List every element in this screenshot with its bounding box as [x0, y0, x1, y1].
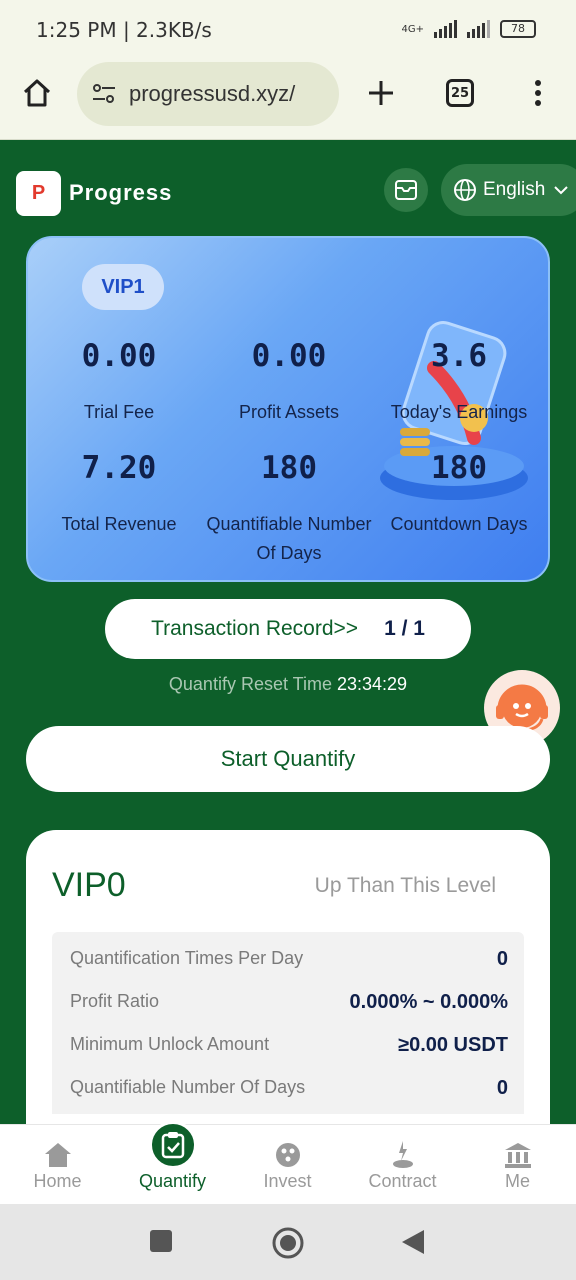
reset-time-value: 23:34:29	[337, 674, 408, 694]
countdown-days-label: Countdown Days	[390, 514, 528, 534]
level-row: Profit Ratio 0.000% ~ 0.000%	[70, 991, 508, 1014]
home-browser-button[interactable]	[20, 76, 54, 110]
todays-earnings-value: 3.6	[431, 338, 487, 374]
reset-label: Quantify Reset Time	[168, 674, 332, 694]
url-text: progressusd.xyz/	[129, 81, 296, 106]
house-icon	[23, 79, 51, 107]
level-row-key: Quantification Times Per Day	[70, 948, 304, 968]
tab-home[interactable]: Home	[0, 1125, 115, 1205]
level-row-value: 0	[496, 1077, 508, 1099]
clipboard-icon	[161, 1132, 184, 1159]
site-settings-icon	[93, 84, 115, 103]
app-logo: P	[16, 171, 61, 216]
tab-contract[interactable]: Contract	[345, 1125, 460, 1205]
back-button[interactable]	[400, 1228, 426, 1256]
level-details: Quantification Times Per Day 0 Profit Ra…	[52, 932, 524, 1114]
level-row-key: Profit Ratio	[70, 991, 160, 1011]
language-selector[interactable]: English	[441, 164, 576, 216]
system-navigation-bar	[0, 1204, 576, 1280]
contract-icon	[392, 1141, 413, 1168]
total-revenue-label: Total Revenue	[61, 514, 177, 534]
app-name: Progress	[69, 180, 173, 205]
level-hint: Up Than This Level	[314, 874, 496, 897]
signal-icon	[434, 20, 457, 38]
todays-earnings-label: Today's Earnings	[390, 402, 528, 422]
new-tab-button[interactable]	[364, 76, 398, 110]
level-row-key: Minimum Unlock Amount	[70, 1034, 270, 1054]
browser-toolbar: progressusd.xyz/ 25	[0, 62, 576, 140]
tab-quantify[interactable]: Quantify	[115, 1121, 230, 1205]
quantifiable-days-label: Quantifiable Number Of Days	[206, 514, 372, 563]
network-type: 4G+	[401, 23, 425, 35]
start-quantify-button[interactable]: Start Quantify	[26, 726, 550, 792]
quantifiable-days-value: 180	[261, 450, 317, 486]
more-vertical-icon	[535, 80, 541, 106]
vip-level-badge: VIP1	[82, 264, 164, 310]
tab-contract-label: Contract	[368, 1171, 437, 1191]
tab-invest[interactable]: Invest	[230, 1125, 345, 1205]
recents-button[interactable]	[148, 1228, 174, 1254]
address-bar[interactable]: progressusd.xyz/	[77, 62, 339, 126]
inbox-button[interactable]	[384, 168, 428, 212]
tab-home-label: Home	[33, 1171, 82, 1191]
app-header: P Progress English	[0, 140, 576, 240]
signal-icon-2	[467, 20, 490, 38]
language-label: English	[483, 179, 546, 200]
status-bar: 1:25 PM | 2.3KB/s 4G+ 78	[0, 0, 576, 62]
total-revenue-value: 7.20	[81, 450, 157, 486]
bottom-tab-bar: Home Quantify Invest Contract Me	[0, 1121, 576, 1205]
home-icon	[44, 1143, 71, 1167]
level-row: Minimum Unlock Amount ≥0.00 USDT	[70, 1034, 508, 1057]
level-row: Quantifiable Number Of Days 0	[70, 1077, 508, 1100]
home-nav-button[interactable]	[271, 1226, 305, 1260]
vip-summary-card: VIP1 0.00 Trial Fee 0.00 Profit Assets 3…	[26, 236, 550, 582]
invest-icon	[275, 1143, 300, 1167]
globe-icon	[454, 179, 476, 201]
tab-switcher-button[interactable]: 25	[443, 76, 477, 110]
plus-icon	[369, 81, 393, 105]
countdown-days-value: 180	[431, 450, 487, 486]
transaction-count: 1 / 1	[384, 617, 425, 640]
profit-assets-label: Profit Assets	[238, 402, 340, 422]
vip-level-panel: VIP0 Up Than This Level Quantification T…	[26, 830, 550, 1150]
transaction-record-label: Transaction Record>>	[151, 617, 359, 640]
level-row: Quantification Times Per Day 0	[70, 948, 508, 971]
tab-invest-label: Invest	[263, 1171, 312, 1191]
status-icons: 4G+ 78	[401, 20, 536, 38]
level-row-value: 0	[496, 948, 508, 970]
tab-count: 25	[446, 79, 474, 107]
chevron-down-icon	[554, 186, 569, 195]
transaction-record-button[interactable]: Transaction Record>> 1 / 1	[105, 599, 471, 659]
trial-fee-label: Trial Fee	[83, 402, 155, 422]
tab-me[interactable]: Me	[460, 1125, 575, 1205]
level-row-key: Quantifiable Number Of Days	[70, 1077, 306, 1097]
battery-icon: 78	[500, 20, 536, 38]
status-time: 1:25 PM | 2.3KB/s	[36, 18, 212, 42]
tab-me-label: Me	[504, 1171, 530, 1191]
level-row-value: ≥0.00 USDT	[398, 1034, 508, 1056]
mailbox-icon	[395, 180, 417, 200]
profit-assets-value: 0.00	[251, 338, 327, 374]
tab-quantify-label: Quantify	[138, 1171, 207, 1191]
trial-fee-value: 0.00	[81, 338, 157, 374]
level-row-value: 0.000% ~ 0.000%	[349, 991, 508, 1013]
level-title: VIP0	[52, 866, 126, 904]
browser-menu-button[interactable]	[521, 76, 555, 110]
bank-icon	[504, 1143, 531, 1168]
